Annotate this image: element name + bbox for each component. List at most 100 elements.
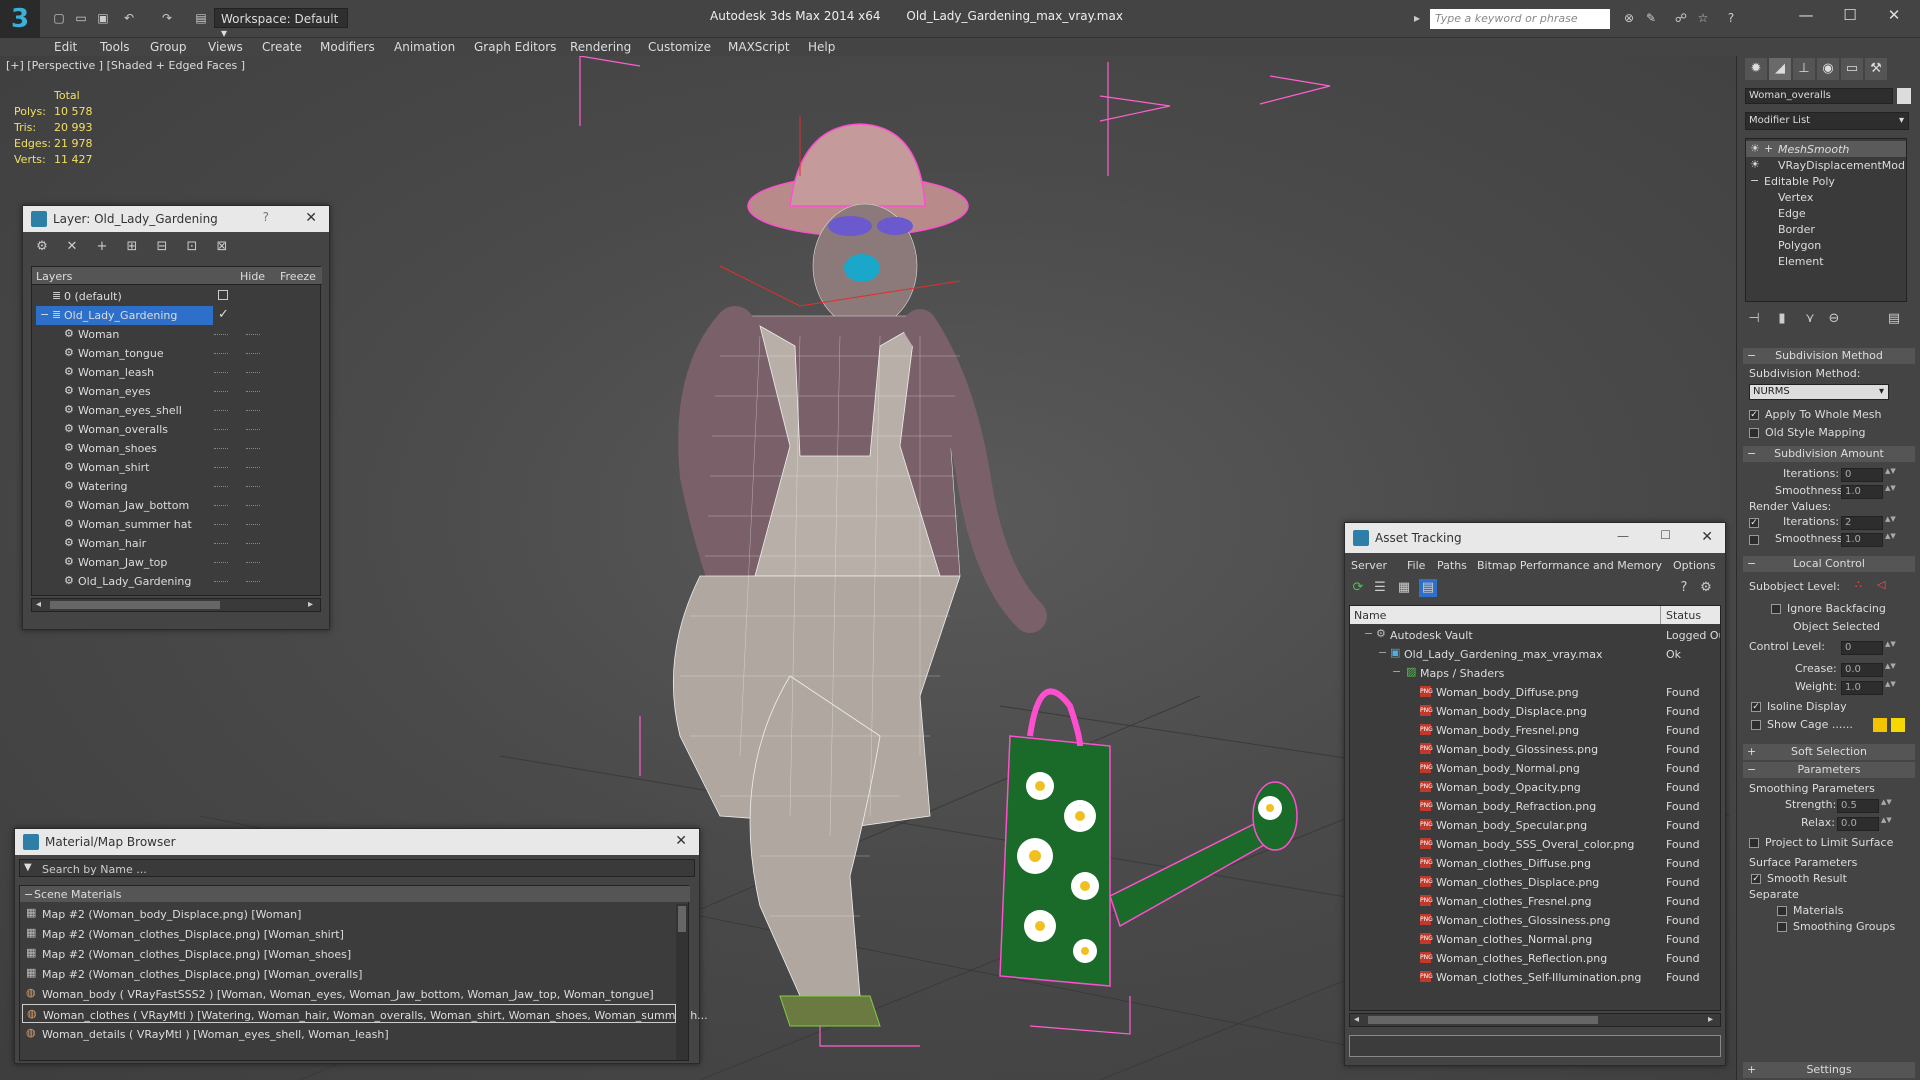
freeze-toggle[interactable] [246,524,260,526]
hide-toggle[interactable] [214,524,228,526]
iterations-input[interactable]: 0 [1841,468,1883,482]
map-item[interactable]: ▦ Map #2 (Woman_clothes_Displace.png) [Wo… [22,944,676,963]
menu-rendering[interactable]: Rendering [570,40,631,54]
motion-tab-icon[interactable]: ◉ [1817,58,1839,80]
pin-stack-icon[interactable]: ⊣ [1745,310,1763,328]
render-iterations-checkbox[interactable]: ✓ [1749,518,1759,528]
project-limit-checkbox[interactable] [1749,838,1759,848]
scene-materials-header[interactable]: − Scene Materials [20,886,690,902]
asset-row[interactable]: PNG Woman_clothes_Displace.png Found [1350,873,1720,892]
map-item[interactable]: ▦ Map #2 (Woman_clothes_Displace.png) [Wo… [22,964,676,983]
isoline-display-checkbox[interactable]: ✓ [1751,702,1761,712]
layer-row-old-lady[interactable]: − ≣ Old_Lady_Gardening ✓ [32,306,322,325]
at-minimize-icon[interactable]: — [1617,529,1629,543]
layer-object-row[interactable]: ⚙ Woman_shirt [32,458,322,477]
asset-row[interactable]: PNG Woman_body_SSS_Overal_color.png Found [1350,835,1720,854]
layer-object-row[interactable]: ⚙ Woman_eyes_shell [32,401,322,420]
asset-row[interactable]: PNG Woman_clothes_Self-Illumination.png Fo… [1350,968,1720,987]
rollout-parameters[interactable]: − Parameters [1743,762,1915,778]
hide-toggle[interactable] [214,429,228,431]
modify-tab-icon[interactable]: ◢ [1769,58,1791,80]
save-icon[interactable]: ▣ [94,9,112,27]
scroll-thumb[interactable] [678,906,686,932]
at-menu-options[interactable]: Options [1673,559,1715,572]
freeze-toggle[interactable] [246,505,260,507]
asset-row-maps[interactable]: − ▨ Maps / Shaders [1350,664,1720,683]
strength-spinner[interactable]: ▲▼ [1881,799,1892,813]
hide-toggle[interactable] [214,467,228,469]
table-view-icon[interactable]: ▤ [1419,579,1437,597]
scroll-right-icon[interactable]: ▸ [308,599,313,610]
delete-layer-icon[interactable]: ✕ [63,238,81,256]
hide-toggle[interactable] [214,562,228,564]
menu-animation[interactable]: Animation [394,40,455,54]
remove-modifier-icon[interactable]: ⊖ [1825,310,1843,328]
hide-toggle[interactable] [214,410,228,412]
cage-color-swatch[interactable] [1873,718,1887,732]
refresh-icon[interactable]: ⟳ [1349,579,1367,597]
menu-customize[interactable]: Customize [648,40,711,54]
hierarchy-tab-icon[interactable]: ⊥ [1793,58,1815,80]
layer-close-icon[interactable]: ✕ [305,210,317,226]
at-menu-bitmap[interactable]: Bitmap Performance and Memory [1477,559,1662,572]
menu-edit[interactable]: Edit [54,40,77,54]
new-layer-icon[interactable]: + [93,238,111,256]
menu-graph-editors[interactable]: Graph Editors [474,40,556,54]
freeze-toggle[interactable] [246,372,260,374]
menu-tools[interactable]: Tools [100,40,130,54]
redo-icon[interactable]: ↷ [158,9,176,27]
freeze-toggle[interactable] [246,334,260,336]
freeze-toggle[interactable] [246,391,260,393]
scroll-left-icon[interactable]: ◂ [1354,1014,1359,1025]
asset-row[interactable]: PNG Woman_clothes_Glossiness.png Found [1350,911,1720,930]
expand-icon[interactable]: − [40,308,49,321]
expand-icon[interactable]: + [1764,142,1773,155]
asset-row[interactable]: PNG Woman_body_Displace.png Found [1350,702,1720,721]
highlight-layer-icon[interactable]: ⊡ [183,238,201,256]
workspace-dropdown[interactable]: Workspace: Default ▾ [214,8,348,40]
make-unique-icon[interactable]: ⋎ [1801,310,1819,328]
separate-materials-checkbox[interactable] [1777,906,1787,916]
material-search-input[interactable]: Search by Name ... [42,863,147,876]
render-smoothness-spinner[interactable]: ▲▼ [1885,533,1896,547]
hide-toggle[interactable] [214,372,228,374]
show-cage-checkbox[interactable] [1751,720,1761,730]
stack-item-editable-poly[interactable]: − Editable Poly [1746,173,1906,189]
rollout-soft-selection[interactable]: + Soft Selection [1743,744,1915,760]
freeze-toggle[interactable] [246,467,260,469]
freeze-toggle[interactable] [246,543,260,545]
layer-object-row[interactable]: ⚙ Woman_overalls [32,420,322,439]
communication-center-icon[interactable]: ☍ [1672,9,1690,27]
collapse-icon[interactable]: − [24,888,33,901]
rollout-subdivision-method[interactable]: − Subdivision Method [1743,348,1915,364]
menu-help[interactable]: Help [808,40,835,54]
at-settings-icon[interactable]: ⚙ [1697,579,1715,597]
map-item[interactable]: ▦ Map #2 (Woman_body_Displace.png) [Woman… [22,904,676,923]
asset-row[interactable]: PNG Woman_body_Fresnel.png Found [1350,721,1720,740]
layer-object-row[interactable]: ⚙ Woman [32,325,322,344]
layer-object-row[interactable]: ⚙ Woman_summer hat [32,515,322,534]
relax-input[interactable]: 0.0 [1837,817,1879,831]
layer-object-row[interactable]: ⚙ Woman_Jaw_bottom [32,496,322,515]
open-file-icon[interactable]: ▭ [72,9,90,27]
hide-toggle[interactable] [214,448,228,450]
layer-object-row[interactable]: ⚙ Old_Lady_Gardening [32,572,322,591]
asset-row[interactable]: PNG Woman_clothes_Diffuse.png Found [1350,854,1720,873]
asset-row-vault[interactable]: − ⚙ Autodesk Vault Logged Ou [1350,626,1720,645]
app-logo-icon[interactable]: 3 [0,0,40,38]
expand-icon[interactable]: − [1364,627,1373,640]
scroll-thumb[interactable] [50,601,220,609]
freeze-toggle[interactable] [246,486,260,488]
show-end-result-icon[interactable]: ▮ [1773,310,1791,328]
stack-item-vraydisplacement[interactable]: ☀ VRayDisplacementMod [1746,157,1906,173]
collapse-icon[interactable]: − [1750,174,1759,187]
select-layer-icon[interactable]: ⊟ [153,238,171,256]
menu-group[interactable]: Group [150,40,187,54]
asset-row[interactable]: PNG Woman_clothes_Reflection.png Found [1350,949,1720,968]
crease-input[interactable]: 0.0 [1841,663,1883,677]
separate-smoothing-checkbox[interactable] [1777,922,1787,932]
render-iterations-input[interactable]: 2 [1841,516,1883,530]
menu-maxscript[interactable]: MAXScript [728,40,790,54]
asset-path-field[interactable] [1349,1035,1721,1057]
favorites-star-icon[interactable]: ☆ [1694,9,1712,27]
